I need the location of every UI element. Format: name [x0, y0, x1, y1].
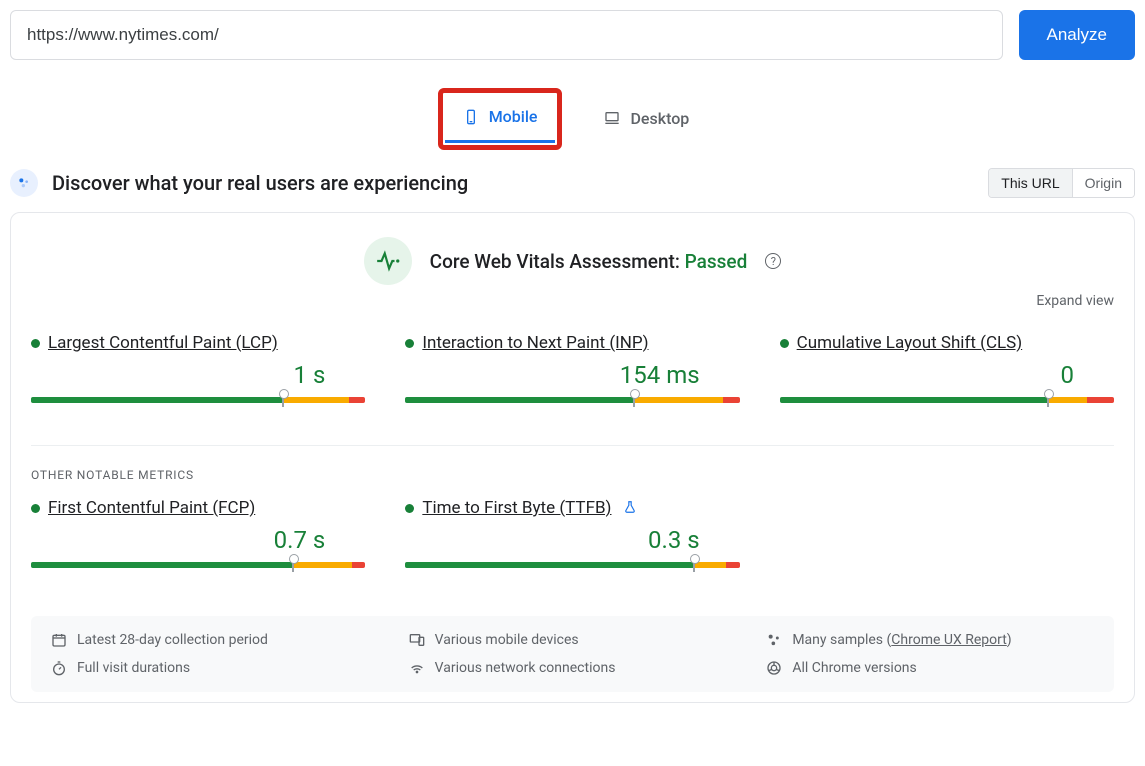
metric-ttfb-marker — [693, 558, 695, 572]
status-dot-good — [780, 339, 789, 348]
metric-inp-marker — [633, 393, 635, 407]
metric-ttfb-value: 0.3 s — [405, 526, 739, 554]
footer-network: Various network connections — [435, 660, 616, 676]
metric-cls-marker — [1047, 393, 1049, 407]
metric-lcp: Largest Contentful Paint (LCP) 1 s — [31, 333, 365, 407]
data-source-footer: Latest 28-day collection period Various … — [31, 616, 1114, 692]
device-tabs: Mobile Desktop — [10, 88, 1135, 150]
status-dot-good — [405, 339, 414, 348]
cwv-label: Core Web Vitals Assessment: — [430, 250, 680, 273]
analyze-button[interactable]: Analyze — [1019, 10, 1135, 60]
chrome-icon — [766, 660, 782, 676]
metric-cls-bar — [780, 397, 1114, 403]
status-dot-good — [31, 504, 40, 513]
tab-desktop-label: Desktop — [630, 109, 689, 128]
metric-lcp-name[interactable]: Largest Contentful Paint (LCP) — [48, 333, 278, 353]
samples-icon — [766, 632, 782, 648]
metric-lcp-marker — [282, 393, 284, 407]
scope-this-url[interactable]: This URL — [989, 169, 1071, 197]
vitals-icon — [364, 237, 412, 285]
help-icon[interactable]: ? — [765, 253, 781, 269]
cwv-title: Core Web Vitals Assessment: Passed — [430, 250, 748, 273]
stopwatch-icon — [51, 660, 67, 676]
metric-cls-value: 0 — [780, 361, 1114, 389]
metric-inp: Interaction to Next Paint (INP) 154 ms — [405, 333, 739, 407]
footer-devices: Various mobile devices — [435, 632, 579, 648]
metric-cls-name[interactable]: Cumulative Layout Shift (CLS) — [797, 333, 1023, 353]
metric-ttfb-bar — [405, 562, 739, 568]
experimental-icon — [623, 499, 637, 518]
tab-mobile-label: Mobile — [489, 107, 538, 126]
chrome-ux-report-link[interactable]: Chrome UX Report — [891, 632, 1006, 648]
tab-highlight: Mobile — [438, 88, 563, 150]
mobile-icon — [463, 109, 479, 125]
devices-icon — [409, 632, 425, 648]
status-dot-good — [405, 504, 414, 513]
discover-icon — [10, 169, 38, 197]
metric-fcp: First Contentful Paint (FCP) 0.7 s — [31, 498, 365, 572]
metric-inp-name[interactable]: Interaction to Next Paint (INP) — [422, 333, 648, 353]
desktop-icon — [604, 110, 620, 126]
metric-cls: Cumulative Layout Shift (CLS) 0 — [780, 333, 1114, 407]
cwv-status: Passed — [685, 250, 748, 273]
metric-lcp-value: 1 s — [31, 361, 365, 389]
other-metrics-label: OTHER NOTABLE METRICS — [31, 445, 1114, 482]
footer-chrome: All Chrome versions — [792, 660, 916, 676]
network-icon — [409, 660, 425, 676]
calendar-icon — [51, 632, 67, 648]
metric-fcp-value: 0.7 s — [31, 526, 365, 554]
metric-lcp-bar — [31, 397, 365, 403]
tab-mobile[interactable]: Mobile — [445, 95, 556, 143]
footer-durations: Full visit durations — [77, 660, 190, 676]
metric-ttfb-name[interactable]: Time to First Byte (TTFB) — [422, 498, 611, 518]
url-input[interactable] — [10, 10, 1003, 60]
scope-origin[interactable]: Origin — [1072, 169, 1134, 197]
metric-inp-bar — [405, 397, 739, 403]
scope-toggle: This URL Origin — [988, 168, 1135, 198]
metric-ttfb: Time to First Byte (TTFB) 0.3 s — [405, 498, 739, 572]
metric-fcp-marker — [292, 558, 294, 572]
status-dot-good — [31, 339, 40, 348]
assessment-panel: Core Web Vitals Assessment: Passed ? Exp… — [10, 212, 1135, 703]
metric-fcp-bar — [31, 562, 365, 568]
footer-collection: Latest 28-day collection period — [77, 632, 268, 648]
tab-desktop[interactable]: Desktop — [586, 88, 707, 150]
footer-samples: Many samples (Chrome UX Report) — [792, 632, 1011, 648]
metric-inp-value: 154 ms — [405, 361, 739, 389]
expand-view-link[interactable]: Expand view — [1036, 293, 1114, 309]
section-title: Discover what your real users are experi… — [52, 171, 468, 195]
metric-fcp-name[interactable]: First Contentful Paint (FCP) — [48, 498, 255, 518]
